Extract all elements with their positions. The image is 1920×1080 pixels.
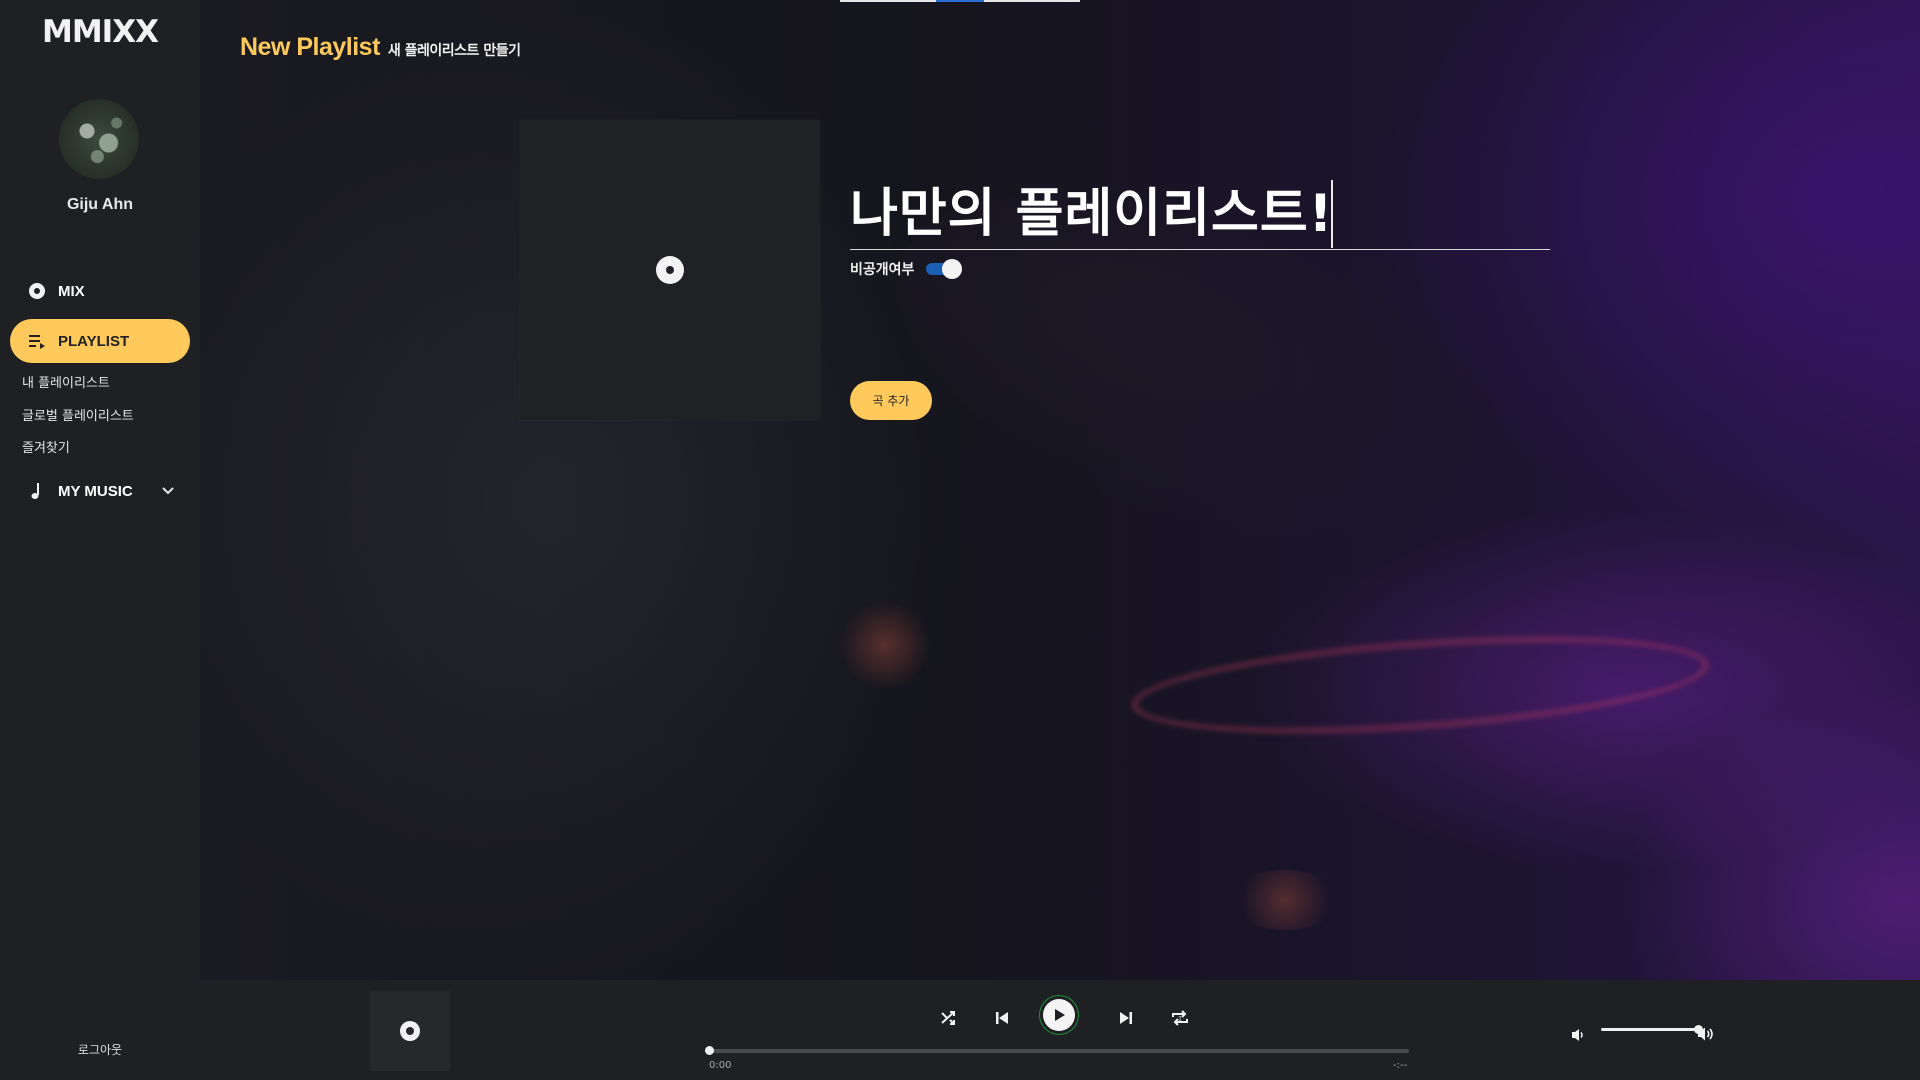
volume-low-icon[interactable] — [1571, 1027, 1587, 1046]
next-button[interactable] — [1113, 1005, 1139, 1031]
avatar[interactable] — [59, 99, 139, 179]
now-playing-art[interactable] — [370, 991, 450, 1071]
user-name: Giju Ahn — [66, 196, 134, 213]
sidebar-subitem-global-playlist[interactable]: 글로벌 플레이리스트 — [22, 405, 134, 424]
progress-bar[interactable] — [705, 1046, 1409, 1055]
shuffle-button[interactable] — [936, 1005, 962, 1031]
text-caret — [1331, 180, 1333, 248]
background-glow — [1230, 870, 1340, 930]
sidebar-item-playlist[interactable]: PLAYLIST — [10, 319, 190, 363]
page-title-text: New Playlist — [240, 33, 380, 61]
play-button[interactable] — [1039, 995, 1079, 1035]
sidebar-item-label: MY MUSIC — [58, 482, 133, 500]
private-setting: 비공개여부 — [850, 258, 963, 280]
playlist-title-input[interactable] — [850, 176, 1550, 250]
chevron-down-icon[interactable] — [160, 482, 176, 498]
skip-previous-icon — [996, 1012, 1008, 1024]
background-glow — [840, 600, 930, 690]
sidebar-item-mix[interactable]: MIX — [10, 269, 190, 313]
sidebar-subitem-favorites[interactable]: 즐겨찾기 — [22, 437, 70, 456]
current-time: 0:00 — [709, 1060, 732, 1071]
background-image — [200, 0, 1920, 980]
repeat-icon: 1 — [1172, 1010, 1188, 1026]
logout-button[interactable]: 로그아웃 — [0, 1041, 200, 1058]
player-bar: 1 0:00 -:-- — [200, 980, 1920, 1080]
playlist-icon — [28, 332, 46, 350]
total-time: -:-- — [1393, 1060, 1408, 1071]
repeat-button[interactable]: 1 — [1167, 1005, 1193, 1031]
add-song-button[interactable]: 곡 추가 — [850, 381, 932, 420]
volume-fill — [1601, 1028, 1701, 1031]
app-logo[interactable]: MMIXX — [0, 14, 200, 50]
previous-button[interactable] — [989, 1005, 1015, 1031]
private-label: 비공개여부 — [850, 262, 915, 278]
private-toggle[interactable] — [926, 258, 963, 280]
top-indicator-active — [936, 0, 984, 2]
playlist-cover[interactable] — [520, 120, 820, 420]
disc-icon — [28, 282, 46, 300]
volume-high-icon[interactable] — [1697, 1026, 1717, 1046]
top-indicator-bar — [840, 0, 1080, 2]
background-turntable-ring — [1127, 619, 1713, 751]
play-icon — [1043, 999, 1075, 1031]
svg-text:1: 1 — [1178, 1016, 1182, 1023]
disc-icon — [656, 256, 684, 284]
disc-icon — [400, 1021, 420, 1041]
music-note-icon — [28, 482, 46, 500]
skip-next-icon — [1120, 1012, 1132, 1024]
sidebar-subitem-my-playlist[interactable]: 내 플레이리스트 — [22, 372, 110, 391]
sidebar-item-label: PLAYLIST — [58, 332, 130, 350]
toggle-knob — [942, 259, 963, 279]
sidebar: MMIXX Giju Ahn MIX PLAYLIST 내 플레이리스트 글로벌… — [0, 0, 200, 1080]
shuffle-icon — [941, 1011, 955, 1025]
sidebar-item-label: MIX — [58, 282, 85, 300]
sidebar-item-my-music[interactable]: MY MUSIC — [10, 469, 190, 513]
page-title: New Playlist 새 플레이리스트 만들기 — [240, 33, 521, 62]
volume-slider[interactable] — [1601, 1025, 1703, 1034]
progress-thumb[interactable] — [705, 1046, 714, 1055]
page-subtitle: 새 플레이리스트 만들기 — [387, 43, 521, 59]
